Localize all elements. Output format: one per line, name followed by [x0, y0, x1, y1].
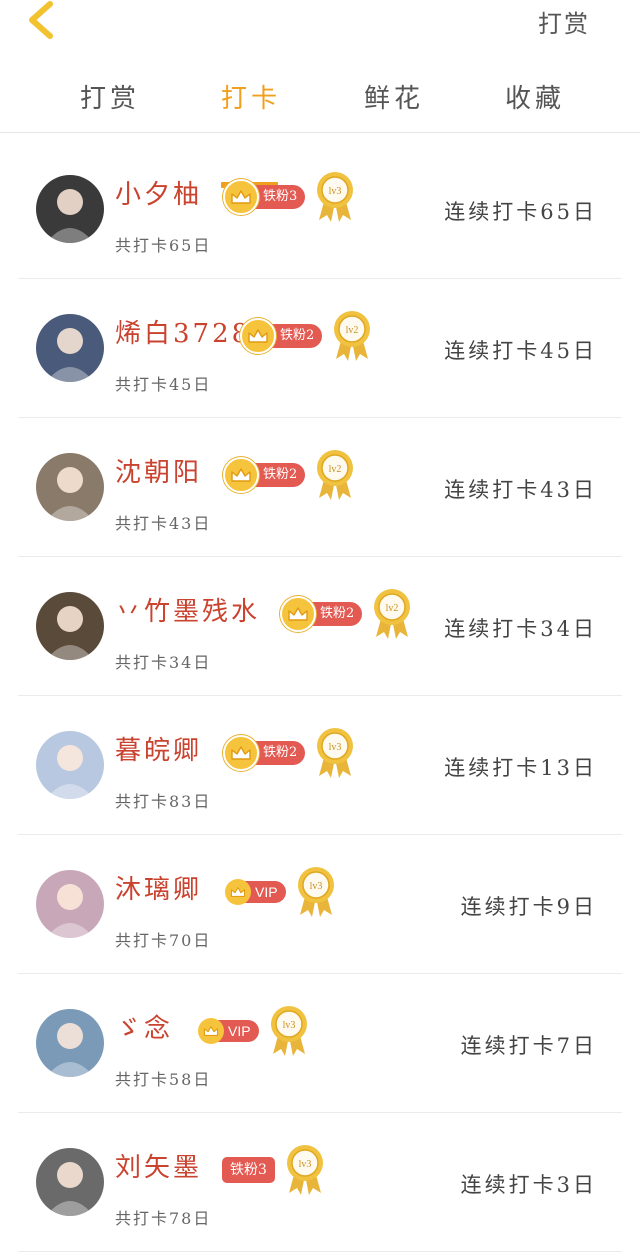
user-name[interactable]: 烯白3728 [115, 313, 251, 350]
consecutive-checkins: 连续打卡45日 [444, 339, 597, 363]
crown-icon [225, 879, 251, 905]
list-item[interactable]: 烯白3728 铁粉2 lv2 共打卡45日 连续打卡45日 [18, 279, 622, 418]
badge-group: 铁粉2 lv2 [280, 587, 412, 641]
consecutive-checkins: 连续打卡7日 [460, 1034, 597, 1058]
user-name[interactable]: 丷竹墨残水 [115, 591, 260, 628]
consecutive-checkins: 连续打卡9日 [460, 895, 597, 919]
tab-flowers[interactable]: 鲜花 [364, 78, 424, 115]
svg-text:lv3: lv3 [309, 881, 322, 892]
tab-favorites[interactable]: 收藏 [505, 78, 565, 115]
svg-text:lv3: lv3 [299, 1159, 312, 1170]
vip-badge: VIP [225, 879, 286, 905]
list-item[interactable]: 沈朝阳 铁粉2 lv2 共打卡43日 连续打卡43日 [18, 418, 622, 557]
crown-icon [280, 596, 316, 632]
reward-action-button[interactable]: 打赏 [538, 4, 590, 39]
total-checkins: 共打卡45日 [115, 375, 212, 394]
svg-text:lv3: lv3 [329, 742, 342, 753]
user-name[interactable]: 刘矢墨 [115, 1147, 202, 1184]
badge-group: 铁粉3 lv3 [222, 1143, 325, 1197]
tab-bar: 打赏 打卡 鲜花 收藏 [0, 60, 640, 188]
tab-reward[interactable]: 打赏 [80, 78, 140, 115]
crown-icon [198, 1018, 224, 1044]
badge-group: VIP lv3 [225, 865, 336, 919]
svg-text:lv3: lv3 [329, 186, 342, 197]
medal-icon: lv3 [286, 1145, 323, 1195]
total-checkins: 共打卡43日 [115, 514, 212, 533]
badge-label: 铁粉3 [222, 1157, 275, 1183]
user-name[interactable]: 暮皖卿 [115, 730, 202, 767]
badge-group: 铁粉2 lv3 [223, 726, 355, 780]
badge-label: VIP [218, 1020, 259, 1042]
avatar[interactable] [36, 1009, 104, 1077]
fan-level-badge: 铁粉2 [280, 596, 363, 632]
svg-text:lv2: lv2 [329, 464, 342, 475]
fan-level-badge: 铁粉2 [240, 318, 323, 354]
total-checkins: 共打卡65日 [115, 236, 212, 255]
user-name[interactable]: 小夕柚 [115, 174, 202, 211]
fan-level-badge: 铁粉2 [223, 457, 306, 493]
user-name[interactable]: 沈朝阳 [115, 452, 202, 489]
svg-text:lv2: lv2 [386, 603, 399, 614]
medal-icon: lv3 [297, 867, 334, 917]
crown-icon [240, 318, 276, 354]
medal-icon: lv3 [317, 172, 354, 222]
medal-icon: lv2 [334, 311, 371, 361]
consecutive-checkins: 连续打卡43日 [444, 478, 597, 502]
badge-group: 铁粉2 lv2 [240, 309, 372, 363]
total-checkins: 共打卡58日 [115, 1070, 212, 1089]
back-arrow-icon[interactable] [22, 0, 66, 44]
top-bar: 打赏 [0, 0, 640, 60]
avatar[interactable] [36, 731, 104, 799]
fan-level-badge: 铁粉3 [223, 179, 306, 215]
svg-text:lv2: lv2 [346, 325, 359, 336]
avatar[interactable] [36, 175, 104, 243]
total-checkins: 共打卡83日 [115, 792, 212, 811]
avatar[interactable] [36, 453, 104, 521]
medal-icon: lv2 [317, 450, 354, 500]
user-name[interactable]: 沐璃卿 [115, 869, 202, 906]
total-checkins: 共打卡78日 [115, 1209, 212, 1228]
checkin-list: 小夕柚 铁粉3 lv3 共打卡65日 连续打卡65日 烯白3728 铁粉2 lv… [0, 140, 640, 1252]
user-name[interactable]: ゞ念 [115, 1008, 173, 1045]
medal-icon: lv3 [317, 728, 354, 778]
avatar[interactable] [36, 592, 104, 660]
list-item[interactable]: ゞ念 VIP lv3 共打卡58日 连续打卡7日 [18, 974, 622, 1113]
list-item[interactable]: 丷竹墨残水 铁粉2 lv2 共打卡34日 连续打卡34日 [18, 557, 622, 696]
consecutive-checkins: 连续打卡13日 [444, 756, 597, 780]
total-checkins: 共打卡34日 [115, 653, 212, 672]
consecutive-checkins: 连续打卡65日 [444, 200, 597, 224]
avatar[interactable] [36, 1148, 104, 1216]
vip-badge: VIP [198, 1018, 259, 1044]
svg-text:lv3: lv3 [282, 1020, 295, 1031]
list-item[interactable]: 沐璃卿 VIP lv3 共打卡70日 连续打卡9日 [18, 835, 622, 974]
badge-label: VIP [245, 881, 286, 903]
crown-icon [223, 457, 259, 493]
avatar[interactable] [36, 314, 104, 382]
list-item[interactable]: 暮皖卿 铁粉2 lv3 共打卡83日 连续打卡13日 [18, 696, 622, 835]
fan-level-badge: 铁粉2 [223, 735, 306, 771]
badge-group: VIP lv3 [198, 1004, 309, 1058]
avatar[interactable] [36, 870, 104, 938]
consecutive-checkins: 连续打卡3日 [460, 1173, 597, 1197]
crown-icon [223, 179, 259, 215]
consecutive-checkins: 连续打卡34日 [444, 617, 597, 641]
badge-group: 铁粉2 lv2 [223, 448, 355, 502]
tab-checkin[interactable]: 打卡 [221, 78, 281, 115]
medal-icon: lv3 [270, 1006, 307, 1056]
crown-icon [223, 735, 259, 771]
list-item[interactable]: 小夕柚 铁粉3 lv3 共打卡65日 连续打卡65日 [18, 140, 622, 279]
medal-icon: lv2 [374, 589, 411, 639]
list-item[interactable]: 刘矢墨 铁粉3 lv3 共打卡78日 连续打卡3日 [18, 1113, 622, 1252]
total-checkins: 共打卡70日 [115, 931, 212, 950]
fan-level-badge: 铁粉3 [222, 1156, 275, 1184]
badge-group: 铁粉3 lv3 [223, 170, 355, 224]
